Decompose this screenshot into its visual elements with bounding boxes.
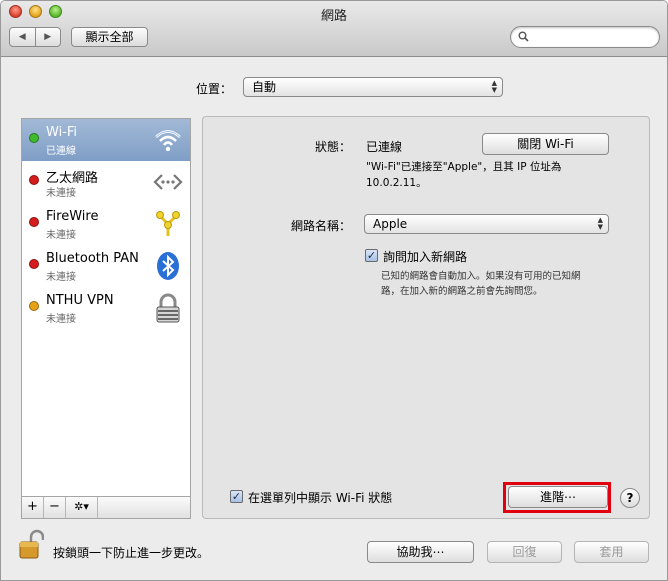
service-status: 未連接 bbox=[46, 188, 76, 199]
status-dot bbox=[29, 259, 39, 269]
popup-arrows-icon: ▲ ▼ bbox=[491, 79, 497, 94]
network-name-value: Apple bbox=[373, 217, 408, 231]
network-name-label: 網路名稱： bbox=[291, 219, 352, 233]
status-value: 已連線 bbox=[366, 140, 403, 154]
wifi-icon bbox=[155, 130, 181, 152]
add-service-button[interactable]: + bbox=[22, 497, 44, 518]
service-status: 未連接 bbox=[46, 314, 76, 325]
service-name: FireWire bbox=[46, 209, 99, 224]
bluetooth-icon bbox=[157, 252, 179, 280]
search-field[interactable] bbox=[510, 26, 660, 48]
detail-panel: 狀態： 已連線 關閉 Wi-Fi "Wi-Fi"已連接至"Apple"，且其 I… bbox=[202, 116, 650, 519]
service-list: Wi-Fi 已連線 乙太網路 未連接 FireWire 未連接 Bluetoot… bbox=[21, 118, 191, 497]
service-item-bluetooth-pan[interactable]: Bluetooth PAN 未連接 bbox=[22, 245, 190, 287]
ip-address-text: 10.0.2.11。 bbox=[366, 177, 427, 189]
gear-menu-button[interactable]: ✲▾ bbox=[66, 497, 98, 518]
service-item-ethernet[interactable]: 乙太網路 未連接 bbox=[22, 161, 190, 203]
service-name: Bluetooth PAN bbox=[46, 251, 139, 266]
lock-icon[interactable] bbox=[18, 529, 44, 561]
service-status: 未連接 bbox=[46, 230, 76, 241]
show-wifi-status-label: 在選單列中顯示 Wi-Fi 狀態 bbox=[248, 491, 393, 505]
popup-arrows-icon: ▲ ▼ bbox=[597, 216, 603, 231]
ethernet-icon bbox=[153, 174, 183, 190]
back-forward-control: ◀ ▶ bbox=[9, 27, 61, 47]
show-all-button[interactable]: 顯示全部 bbox=[71, 27, 148, 47]
apply-button[interactable]: 套用 bbox=[574, 541, 649, 563]
search-input[interactable] bbox=[533, 29, 653, 45]
status-dot bbox=[29, 133, 39, 143]
forward-button[interactable]: ▶ bbox=[36, 28, 61, 46]
status-label: 狀態： bbox=[315, 140, 352, 154]
ask-join-description: 已知的網路會自動加入。如果沒有可用的已知網 bbox=[381, 271, 581, 282]
firewire-icon bbox=[156, 211, 180, 236]
service-item-firewire[interactable]: FireWire 未連接 bbox=[22, 203, 190, 245]
title-bar: 網路 ◀ ▶ 顯示全部 bbox=[1, 1, 667, 57]
turn-off-wifi-button[interactable]: 關閉 Wi-Fi bbox=[482, 133, 609, 155]
ask-join-label: 詢問加入新網路 bbox=[383, 250, 468, 264]
status-dot bbox=[29, 217, 39, 227]
ask-join-checkbox[interactable]: ✓ bbox=[365, 249, 378, 262]
location-value: 自動 bbox=[252, 80, 277, 94]
help-button[interactable]: ? bbox=[620, 488, 640, 508]
service-name: NTHU VPN bbox=[46, 293, 114, 308]
service-list-toolbar: + − ✲▾ bbox=[21, 497, 191, 519]
status-dot bbox=[29, 301, 39, 311]
ask-join-description-2: 路，在加入新的網路之前會先詢問您。 bbox=[381, 286, 543, 297]
status-description: "Wi-Fi"已連接至"Apple"，且其 IP 位址為 bbox=[366, 161, 562, 173]
status-dot bbox=[29, 175, 39, 185]
back-button[interactable]: ◀ bbox=[10, 28, 36, 46]
remove-service-button[interactable]: − bbox=[44, 497, 66, 518]
lock-message: 按鎖頭一下防止進一步更改。 bbox=[53, 546, 210, 560]
service-status: 已連線 bbox=[46, 146, 76, 157]
location-popup[interactable]: 自動 ▲ ▼ bbox=[243, 77, 503, 97]
assist-me-button[interactable]: 協助我⋯ bbox=[367, 541, 474, 563]
window-title: 網路 bbox=[320, 9, 347, 24]
service-name: Wi-Fi bbox=[46, 125, 78, 140]
service-status: 未連接 bbox=[46, 272, 76, 283]
revert-button[interactable]: 回復 bbox=[487, 541, 562, 563]
highlight-box bbox=[503, 482, 611, 513]
network-name-popup[interactable]: Apple ▲ ▼ bbox=[364, 214, 609, 234]
service-item-nthu-vpn[interactable]: NTHU VPN 未連接 bbox=[22, 287, 190, 329]
location-label: 位置： bbox=[196, 82, 233, 96]
service-item-wifi[interactable]: Wi-Fi 已連線 bbox=[22, 119, 190, 161]
network-preferences-window: 網路 ◀ ▶ 顯示全部 位置： 自動 ▲ ▼ Wi-Fi 已連線 乙太網路 未連… bbox=[0, 0, 668, 581]
show-wifi-status-checkbox[interactable]: ✓ bbox=[230, 490, 243, 503]
search-icon bbox=[518, 31, 529, 42]
vpn-lock-icon bbox=[156, 293, 180, 323]
